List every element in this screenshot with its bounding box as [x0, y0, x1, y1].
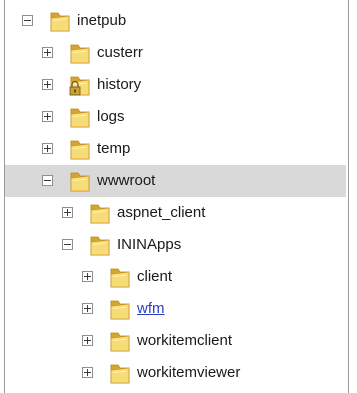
tree-item-label: custerr [97, 44, 143, 61]
tree-item-label: aspnet_client [117, 204, 206, 221]
folder-icon [109, 329, 131, 353]
tree-item-history[interactable]: history [5, 69, 346, 101]
tree-item-label: temp [97, 140, 131, 157]
expand-icon[interactable] [82, 335, 93, 346]
tree-item-logs[interactable]: logs [5, 101, 346, 133]
tree-item-label: logs [97, 108, 125, 125]
tree-item-label: workitemclient [137, 332, 233, 349]
tree-item-label: inetpub [77, 12, 127, 29]
folder-icon [69, 137, 91, 161]
tree-item-temp[interactable]: temp [5, 133, 346, 165]
tree-item-workitemviewer[interactable]: workitemviewer [5, 357, 346, 389]
tree-item-label: client [137, 268, 173, 285]
tree-item-wfm[interactable]: wfm [5, 293, 346, 325]
expand-icon[interactable] [82, 303, 93, 314]
expand-icon[interactable] [42, 143, 53, 154]
expand-icon[interactable] [82, 271, 93, 282]
folder-icon [89, 233, 111, 257]
folder-icon [89, 201, 111, 225]
tree-item-label: wfm [137, 300, 165, 317]
folder-icon [109, 361, 131, 385]
tree-item-client[interactable]: client [5, 261, 346, 293]
expand-icon[interactable] [82, 367, 93, 378]
tree-item-label: ININApps [117, 236, 182, 253]
tree-item-label: history [97, 76, 142, 93]
folder-icon [69, 105, 91, 129]
tree-item-aspnet-client[interactable]: aspnet_client [5, 197, 346, 229]
folder-icon [69, 41, 91, 65]
tree-item-custerr[interactable]: custerr [5, 37, 346, 69]
folder-icon [49, 9, 71, 33]
collapse-icon[interactable] [42, 175, 53, 186]
locked-folder-icon [69, 73, 91, 97]
folder-icon [109, 265, 131, 289]
collapse-icon[interactable] [62, 239, 73, 250]
folder-icon [69, 169, 91, 193]
tree-item-workitemclient[interactable]: workitemclient [5, 325, 346, 357]
expand-icon[interactable] [42, 47, 53, 58]
tree-item-wwwroot[interactable]: wwwroot [5, 165, 346, 197]
tree-item-label: workitemviewer [137, 364, 241, 381]
expand-icon[interactable] [42, 79, 53, 90]
expand-icon[interactable] [62, 207, 73, 218]
collapse-icon[interactable] [22, 15, 33, 26]
tree-item-ininapps[interactable]: ININApps [5, 229, 346, 261]
expand-icon[interactable] [42, 111, 53, 122]
tree-item-label: wwwroot [97, 172, 156, 189]
folder-icon [109, 297, 131, 321]
tree-item-inetpub[interactable]: inetpub [5, 5, 346, 37]
